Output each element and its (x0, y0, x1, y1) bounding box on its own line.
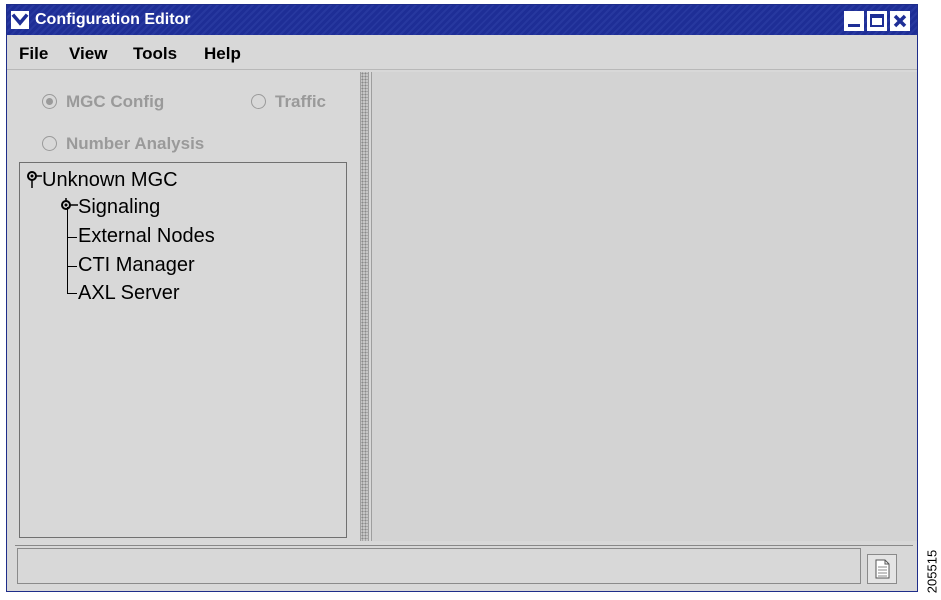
radio-unselected-icon (251, 94, 266, 109)
left-panel: MGC Config Traffic Number Analysis Unkno… (15, 72, 361, 541)
menu-tools[interactable]: Tools (133, 44, 177, 64)
tree-node-cti-manager[interactable]: CTI Manager (78, 254, 195, 277)
radio-number-analysis[interactable]: Number Analysis (42, 134, 204, 154)
chevron-down-icon[interactable] (11, 11, 29, 29)
tree-connector (67, 293, 77, 294)
tree-node-label: CTI Manager (78, 254, 195, 276)
radio-mgc-config[interactable]: MGC Config (42, 92, 164, 112)
config-tree[interactable]: Unknown MGC Signaling External Nodes CTI… (19, 162, 347, 538)
key-node-icon[interactable] (60, 198, 78, 214)
radio-traffic-label: Traffic (275, 92, 327, 111)
panel-splitter[interactable] (360, 72, 369, 541)
menu-bar: File View Tools Help (7, 35, 917, 70)
tree-node-label: External Nodes (78, 225, 215, 247)
tree-connector (67, 237, 77, 238)
detail-panel (371, 72, 917, 541)
radio-unselected-icon (42, 136, 57, 151)
tree-node-label: Signaling (78, 196, 161, 218)
status-bar (15, 545, 913, 586)
radio-traffic[interactable]: Traffic (251, 92, 326, 112)
tree-node-label: AXL Server (78, 282, 180, 304)
maximize-icon[interactable] (867, 11, 887, 31)
tree-node-signaling[interactable]: Signaling (60, 196, 160, 219)
window-title: Configuration Editor (35, 11, 191, 28)
radio-mgc-config-label: MGC Config (66, 92, 165, 111)
configuration-editor-window: Configuration Editor File View Tools Hel… (6, 4, 918, 592)
tree-node-unknown-mgc[interactable]: Unknown MGC (26, 169, 178, 192)
title-bar[interactable]: Configuration Editor (7, 5, 917, 35)
radio-selected-icon (42, 94, 57, 109)
tree-node-external-nodes[interactable]: External Nodes (78, 225, 215, 248)
tree-node-axl-server[interactable]: AXL Server (78, 282, 180, 305)
tree-connector (67, 207, 68, 293)
minimize-icon[interactable] (844, 11, 864, 31)
menu-view[interactable]: View (69, 44, 107, 64)
document-icon[interactable] (867, 554, 897, 584)
menu-help[interactable]: Help (204, 44, 241, 64)
tree-connector (67, 266, 77, 267)
status-text (17, 548, 861, 584)
key-node-icon[interactable] (26, 170, 42, 188)
figure-id: 205515 (924, 548, 940, 596)
radio-number-analysis-label: Number Analysis (66, 134, 205, 153)
close-icon[interactable] (890, 11, 910, 31)
figure-id-text: 205515 (924, 549, 940, 594)
tree-node-label: Unknown MGC (42, 169, 178, 191)
menu-file[interactable]: File (19, 44, 48, 64)
